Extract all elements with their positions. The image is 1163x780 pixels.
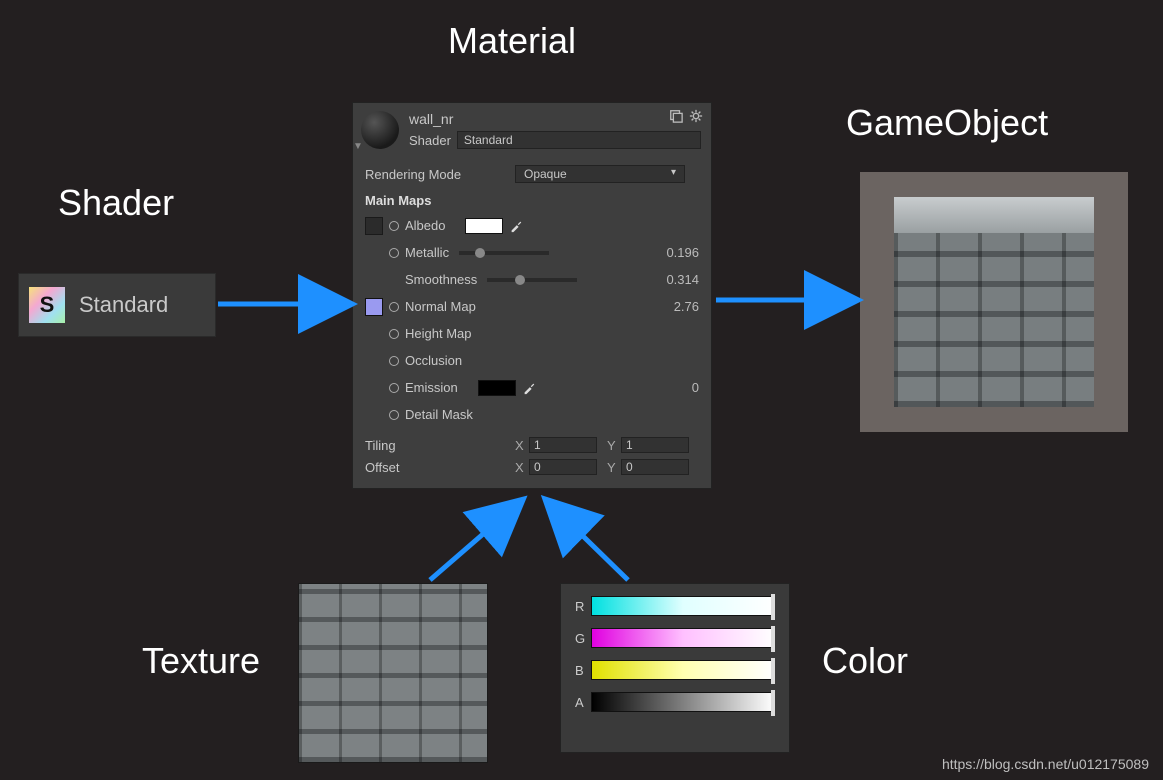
emission-label: Emission <box>405 380 458 395</box>
material-preview-sphere <box>361 111 399 149</box>
object-picker-icon[interactable] <box>389 302 399 312</box>
label-color: Color <box>822 640 908 682</box>
tiling-label: Tiling <box>365 438 515 453</box>
open-reference-icon[interactable] <box>669 109 683 123</box>
channel-label: G <box>575 631 591 646</box>
emission-color-swatch[interactable] <box>478 380 516 396</box>
object-picker-icon[interactable] <box>389 248 399 258</box>
label-gameobject: GameObject <box>846 102 1048 144</box>
channel-label: A <box>575 695 591 710</box>
smoothness-label: Smoothness <box>405 272 477 287</box>
rendering-mode-value: Opaque <box>524 167 567 181</box>
shader-dropdown[interactable]: Standard <box>457 131 701 149</box>
tiling-y-input[interactable]: 1 <box>621 437 689 453</box>
albedo-label: Albedo <box>405 218 445 233</box>
channel-label: R <box>575 599 591 614</box>
channel-label: B <box>575 663 591 678</box>
main-maps-header: Main Maps <box>365 193 699 208</box>
channel-slider-g[interactable] <box>591 628 775 648</box>
cube-mesh <box>894 197 1094 407</box>
offset-y-input[interactable]: 0 <box>621 459 689 475</box>
eyedropper-icon[interactable] <box>509 219 523 233</box>
chevron-down-icon: ▾ <box>671 167 676 181</box>
material-inspector-panel: ▼ wall_nr Shader Standard Rendering Mode <box>352 102 712 489</box>
eyedropper-icon[interactable] <box>522 381 536 395</box>
label-texture: Texture <box>142 640 260 682</box>
object-picker-icon[interactable] <box>389 329 399 339</box>
normal-value[interactable]: 2.76 <box>649 299 699 314</box>
rendering-mode-label: Rendering Mode <box>365 167 515 182</box>
channel-row-r: R <box>575 596 775 616</box>
axis-x-label: X <box>515 438 529 453</box>
inspector-header: ▼ wall_nr Shader Standard <box>353 103 711 153</box>
shader-file-icon: S <box>29 287 65 323</box>
smoothness-value[interactable]: 0.314 <box>649 272 699 287</box>
label-shader: Shader <box>58 182 174 224</box>
occlusion-label: Occlusion <box>405 353 462 368</box>
rendering-mode-dropdown[interactable]: Opaque ▾ <box>515 165 685 183</box>
shader-label: Shader <box>409 133 451 148</box>
gameobject-preview <box>860 172 1128 432</box>
channel-row-b: B <box>575 660 775 680</box>
height-label: Height Map <box>405 326 471 341</box>
emission-value[interactable]: 0 <box>649 380 699 395</box>
label-material: Material <box>448 20 576 62</box>
channel-row-a: A <box>575 692 775 712</box>
color-picker-panel: R G B A <box>560 583 790 753</box>
albedo-texture-slot[interactable] <box>365 217 383 235</box>
axis-y-label: Y <box>607 438 621 453</box>
channel-slider-r[interactable] <box>591 596 775 616</box>
channel-slider-b[interactable] <box>591 660 775 680</box>
texture-asset-thumbnail[interactable] <box>298 583 488 763</box>
object-picker-icon[interactable] <box>389 356 399 366</box>
detail-label: Detail Mask <box>405 407 473 422</box>
shader-asset-row[interactable]: S Standard <box>18 273 216 337</box>
arrow-texture-to-material <box>430 502 520 580</box>
gear-icon[interactable] <box>689 109 703 123</box>
metallic-slider[interactable] <box>459 251 549 255</box>
watermark-text: https://blog.csdn.net/u012175089 <box>942 756 1149 772</box>
cube-front-face <box>894 233 1094 407</box>
arrow-color-to-material <box>548 502 628 580</box>
material-name: wall_nr <box>409 111 701 127</box>
normal-texture-slot[interactable] <box>365 298 383 316</box>
object-picker-icon[interactable] <box>389 410 399 420</box>
cube-top-face <box>894 197 1094 233</box>
smoothness-slider[interactable] <box>487 278 577 282</box>
metallic-value[interactable]: 0.196 <box>649 245 699 260</box>
axis-y-label: Y <box>607 460 621 475</box>
object-picker-icon[interactable] <box>389 383 399 393</box>
foldout-icon[interactable]: ▼ <box>353 141 363 152</box>
shader-dropdown-value: Standard <box>464 133 513 147</box>
channel-slider-a[interactable] <box>591 692 775 712</box>
normal-label: Normal Map <box>405 299 476 314</box>
shader-asset-name: Standard <box>79 292 168 318</box>
channel-row-g: G <box>575 628 775 648</box>
albedo-color-swatch[interactable] <box>465 218 503 234</box>
tiling-x-input[interactable]: 1 <box>529 437 597 453</box>
metallic-label: Metallic <box>405 245 449 260</box>
axis-x-label: X <box>515 460 529 475</box>
offset-label: Offset <box>365 460 515 475</box>
offset-x-input[interactable]: 0 <box>529 459 597 475</box>
object-picker-icon[interactable] <box>389 221 399 231</box>
